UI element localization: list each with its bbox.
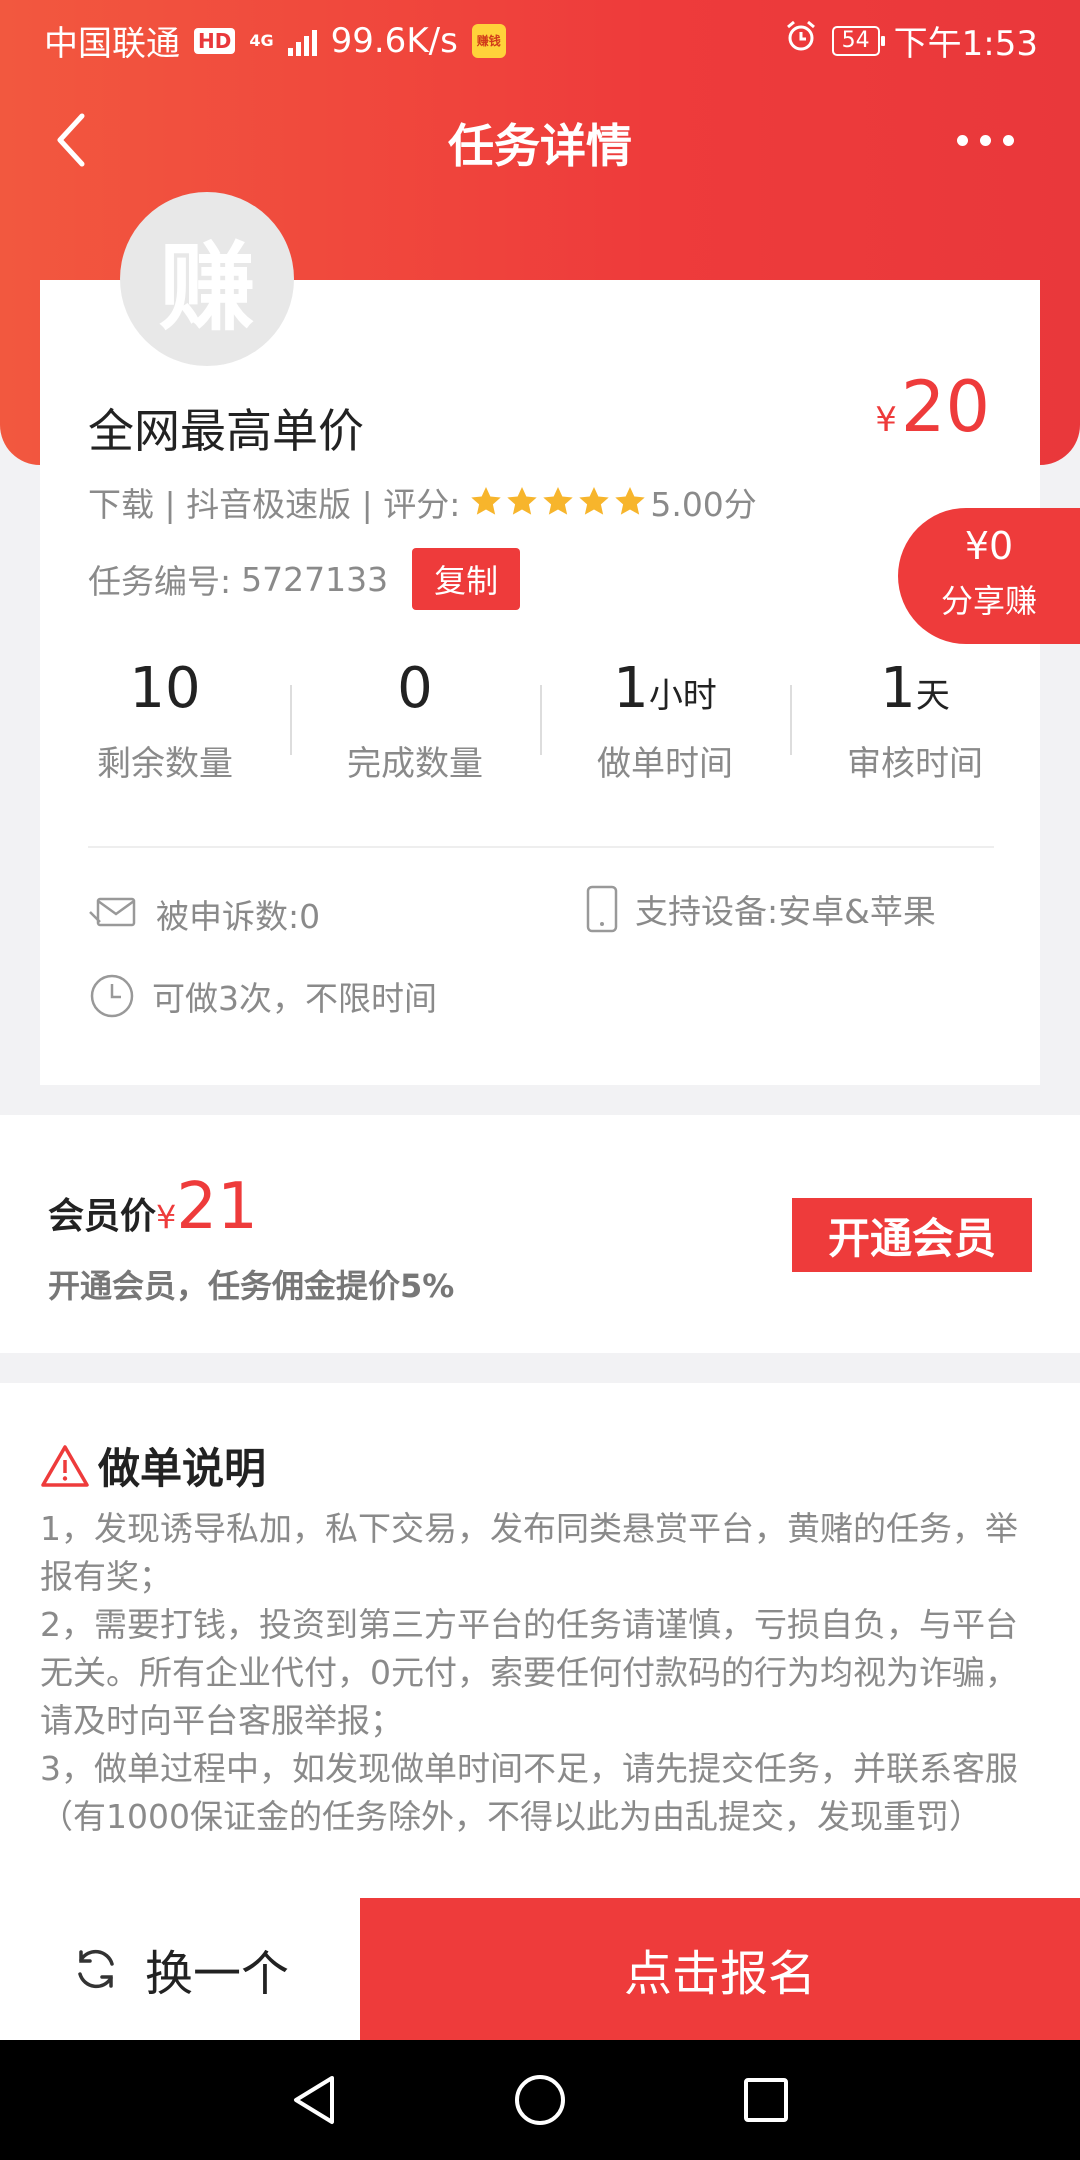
star-icon [579, 487, 610, 515]
clock-icon [90, 974, 134, 1018]
clock: 下午1:53 [893, 24, 1038, 64]
instructions-heading: 做单说明 [40, 1435, 266, 1496]
phone-icon [586, 885, 618, 933]
member-description: 开通会员，任务佣金提价5% [48, 1267, 455, 1305]
task-avatar: 赚 [120, 192, 294, 366]
nav-back-button[interactable] [286, 2072, 342, 2128]
network-type: 4G [249, 30, 274, 50]
member-section: 会员价 ¥ 21 开通会员，任务佣金提价5% 开通会员 [0, 1115, 1080, 1353]
bottom-action-bar: 换一个 点击报名 [0, 1898, 1080, 2040]
copy-button[interactable]: 复制 [412, 548, 521, 610]
open-membership-button[interactable]: 开通会员 [792, 1198, 1032, 1272]
task-id-value: 5727133 [241, 559, 389, 599]
stat-label: 剩余数量 [97, 744, 233, 785]
instructions-section: 做单说明 1，发现诱导私加，私下交易，发布同类悬赏平台，黄赌的任务，举报有奖； … [0, 1383, 1080, 1898]
app-notification-icon: 赚钱 [471, 23, 506, 58]
member-currency: ¥ [156, 1198, 177, 1236]
square-recents-icon [744, 2078, 788, 2122]
task-id-label: 任务编号: [88, 562, 232, 601]
battery-indicator: 54 [831, 25, 885, 56]
network-speed: 99.6K/s [330, 20, 458, 61]
stat-label: 完成数量 [347, 744, 483, 785]
alarm-icon [784, 19, 818, 62]
nav-bar: 任务详情 [0, 80, 1080, 200]
task-id-row: 任务编号: 5727133 复制 [88, 548, 521, 610]
complaints-text: 被申诉数:0 [156, 897, 321, 936]
nav-home-button[interactable] [512, 2072, 568, 2128]
instructions-body: 1，发现诱导私加，私下交易，发布同类悬赏平台，黄赌的任务，举报有奖； 2，需要打… [40, 1505, 1040, 1841]
signup-button[interactable]: 点击报名 [360, 1898, 1080, 2040]
instruction-item: 2，需要打钱，投资到第三方平台的任务请谨慎，亏损自负，与平台无关。所有企业代付，… [40, 1605, 1018, 1740]
instruction-item: 1，发现诱导私加，私下交易，发布同类悬赏平台，黄赌的任务，举报有奖； [40, 1509, 1018, 1596]
warning-icon [41, 1444, 89, 1487]
stat-completed: 0 完成数量 [290, 655, 540, 805]
complaint-icon [89, 897, 136, 927]
stat-remaining: 10 剩余数量 [40, 655, 290, 805]
devices-row: 支持设备:安卓&苹果 [585, 885, 936, 933]
stat-label: 做单时间 [597, 744, 733, 785]
task-meta: 下载 | 抖音极速版 | 评分: 5.00分 [88, 478, 757, 526]
task-price: ¥20 [875, 372, 990, 442]
more-dot-icon [979, 134, 991, 146]
signal-icon [287, 26, 317, 56]
share-amount: ¥0 [964, 524, 1014, 568]
member-price: 会员价 ¥ 21 [48, 1175, 258, 1239]
stat-number: 10 [129, 656, 201, 721]
star-icon [543, 487, 574, 515]
status-bar: 中国联通 HD 4G 99.6K/s 赚钱 54 下午1:53 [0, 0, 1080, 72]
switch-task-label: 换一个 [144, 1946, 289, 2002]
share-earn-button[interactable]: ¥0 分享赚 [898, 508, 1080, 644]
member-price-value: 21 [176, 1170, 258, 1244]
rating-stars [468, 484, 648, 520]
instructions-title: 做单说明 [98, 1444, 267, 1493]
star-icon [471, 487, 502, 515]
hd-badge: HD [194, 27, 236, 54]
task-stats: 10 剩余数量 0 完成数量 1小时 做单时间 1天 审核时间 [40, 655, 1040, 805]
stat-number: 1 [880, 656, 916, 721]
switch-task-button[interactable]: 换一个 [0, 1898, 360, 2040]
limit-row: 可做3次，不限时间 [88, 972, 437, 1020]
stat-unit: 小时 [648, 676, 717, 716]
nav-recents-button[interactable] [738, 2072, 794, 2128]
more-button[interactable] [930, 110, 1040, 170]
card-divider [88, 846, 994, 848]
star-icon [507, 487, 538, 515]
stat-number: 0 [397, 656, 433, 721]
triangle-back-icon [294, 2076, 334, 2124]
price-value: 20 [900, 366, 990, 448]
currency-symbol: ¥ [875, 400, 897, 440]
share-label: 分享赚 [940, 581, 1037, 620]
more-dot-icon [956, 134, 968, 146]
stat-label: 审核时间 [847, 744, 983, 785]
page-title: 任务详情 [448, 119, 632, 173]
rating-value: 5.00分 [650, 485, 757, 524]
stat-number: 1 [613, 656, 649, 721]
limit-text: 可做3次，不限时间 [152, 979, 437, 1018]
more-dot-icon [1002, 134, 1014, 146]
task-title: 全网最高单价 [88, 404, 364, 458]
refresh-icon [78, 1949, 114, 1989]
instruction-item: 3，做单过程中，如发现做单时间不足，请先提交任务，并联系客服（有1000保证金的… [40, 1749, 1018, 1836]
stat-review-time: 1天 审核时间 [790, 655, 1040, 805]
task-meta-text: 下载 | 抖音极速版 | 评分: [88, 485, 461, 524]
member-price-label: 会员价 [48, 1196, 157, 1237]
carrier-label: 中国联通 [44, 24, 180, 64]
stat-work-time: 1小时 做单时间 [540, 655, 790, 805]
system-nav-bar [0, 2040, 1080, 2160]
circle-home-icon [515, 2075, 565, 2125]
stat-unit: 天 [915, 676, 950, 716]
devices-text: 支持设备:安卓&苹果 [635, 892, 936, 931]
complaints-row: 被申诉数:0 [88, 890, 320, 938]
star-icon [615, 487, 646, 515]
